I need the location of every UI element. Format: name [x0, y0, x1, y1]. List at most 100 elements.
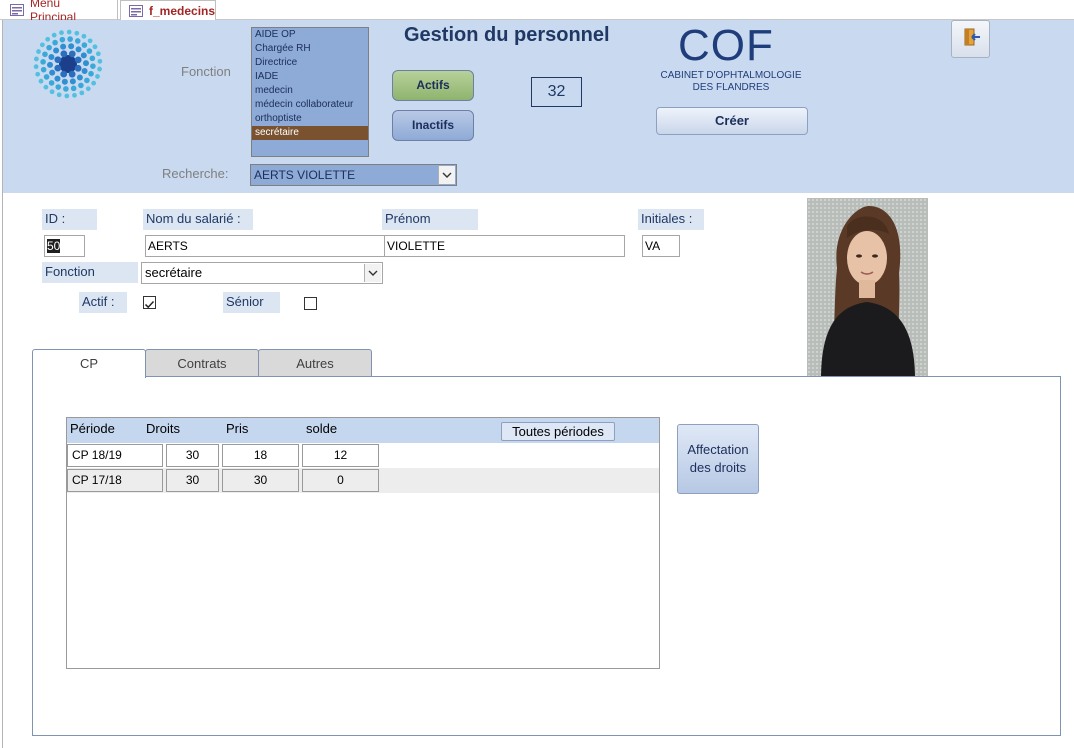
fonction-combobox[interactable]: secrétaire — [141, 262, 383, 284]
logo-dot — [74, 56, 82, 64]
logo-dot — [55, 84, 62, 90]
cp-subform: Période Droits Pris solde Toutes période… — [66, 417, 660, 669]
cell-pris[interactable]: 18 — [222, 444, 299, 467]
table-row[interactable]: CP 18/19 30 18 12 — [67, 443, 659, 468]
logo-dot — [53, 47, 60, 54]
logo-dot — [68, 70, 76, 78]
exit-door-icon — [961, 28, 981, 51]
logo-dot — [33, 64, 39, 70]
cell-solde[interactable]: 0 — [302, 469, 379, 492]
form-icon — [129, 4, 143, 17]
logo-dot — [60, 43, 67, 50]
actif-label: Actif : — [79, 292, 127, 313]
list-item[interactable]: Directrice — [252, 56, 368, 70]
id-value: 50 — [47, 239, 61, 253]
nom-label: Nom du salarié : — [143, 209, 253, 230]
actifs-button[interactable]: Actifs — [392, 70, 474, 101]
logo-dot — [91, 80, 97, 86]
cell-periode[interactable]: CP 18/19 — [67, 444, 163, 467]
affectation-droits-button[interactable]: Affectation des droits — [677, 424, 759, 494]
logo-dot — [95, 51, 101, 57]
logo-dot — [74, 30, 80, 36]
logo-dot — [97, 66, 102, 72]
list-item[interactable]: Chargée RH — [252, 42, 368, 56]
logo-dot — [60, 70, 68, 78]
logo-dot — [81, 42, 88, 48]
logo-dot — [40, 59, 46, 65]
initiales-field[interactable]: VA — [642, 235, 680, 257]
logo-dot — [76, 74, 83, 81]
logo-dot — [59, 36, 66, 43]
logo-dot — [78, 82, 84, 89]
logo-dot — [68, 43, 75, 50]
chevron-down-icon[interactable] — [438, 166, 455, 184]
cell-periode[interactable]: CP 17/18 — [67, 469, 163, 492]
inactifs-button[interactable]: Inactifs — [392, 110, 474, 141]
logo-dot — [49, 89, 55, 95]
record-count: 32 — [531, 77, 582, 107]
senior-label: Sénior — [223, 292, 280, 313]
cof-subtitle-line2: DES FLANDRES — [692, 82, 770, 93]
chevron-down-icon[interactable] — [364, 264, 381, 282]
nom-field[interactable]: AERTS — [145, 235, 385, 257]
affectation-line1: Affectation — [687, 442, 749, 457]
cp-subform-header: Période Droits Pris solde Toutes période… — [67, 418, 659, 443]
list-item[interactable]: AIDE OP — [252, 28, 368, 42]
tab-f-medecins[interactable]: f_medecins — [120, 0, 216, 20]
cell-droits[interactable]: 30 — [166, 469, 219, 492]
list-item[interactable]: medecin — [252, 84, 368, 98]
fonction-value: secrétaire — [145, 265, 203, 280]
logo-dot — [42, 51, 48, 58]
logo-dot — [48, 53, 55, 60]
tab-label: f_medecins — [149, 3, 216, 18]
logo-dot — [97, 58, 103, 64]
logo-dot — [54, 64, 62, 72]
recherche-combobox[interactable]: AERTS VIOLETTE — [250, 164, 457, 186]
logo-dot — [59, 30, 64, 36]
logo-dot — [40, 66, 47, 73]
cell-solde[interactable]: 12 — [302, 444, 379, 467]
list-item[interactable]: médecin collaborateur — [252, 98, 368, 112]
logo-dot — [36, 49, 41, 54]
tab-menu-principal[interactable]: Menu Principal — [2, 0, 118, 24]
cof-subtitle-line1: CABINET D'OPHTALMOLOGIE — [660, 70, 802, 81]
id-field[interactable]: 50 — [44, 235, 85, 257]
tab-autres[interactable]: Autres — [258, 349, 372, 377]
logo-dot — [52, 39, 58, 46]
prenom-label: Prénom — [382, 209, 478, 230]
cell-pris[interactable]: 30 — [222, 469, 299, 492]
logo-dot — [35, 71, 41, 77]
logo-dot — [66, 29, 72, 35]
logo-dot — [67, 36, 73, 42]
logo-dot — [84, 77, 90, 84]
fonction-listbox[interactable]: AIDE OP Chargée RH Directrice IADE medec… — [251, 27, 369, 157]
logo-dot — [69, 78, 76, 85]
actif-checkbox[interactable] — [143, 296, 156, 309]
list-item[interactable]: orthoptiste — [252, 112, 368, 126]
toutes-periodes-button[interactable]: Toutes périodes — [501, 422, 615, 441]
employee-photo — [807, 198, 928, 379]
table-row[interactable]: CP 17/18 30 30 0 — [67, 468, 659, 493]
prenom-field[interactable]: VIOLETTE — [384, 235, 625, 257]
recherche-label: Recherche: — [162, 166, 229, 181]
logo-dot — [47, 61, 54, 68]
logo-dot — [89, 55, 96, 62]
logo-dot — [81, 68, 88, 75]
creer-button[interactable]: Créer — [656, 107, 808, 135]
logo-dot — [59, 55, 77, 73]
logo-dot — [54, 56, 62, 64]
form-icon — [10, 4, 24, 16]
logo-dot — [43, 74, 50, 80]
cell-droits[interactable]: 30 — [166, 444, 219, 467]
logo-dot — [60, 50, 68, 58]
logo-dot — [82, 60, 89, 67]
exit-button[interactable] — [951, 20, 990, 58]
list-item-selected[interactable]: secrétaire — [252, 126, 368, 140]
tab-contrats[interactable]: Contrats — [145, 349, 259, 377]
list-item[interactable]: IADE — [252, 70, 368, 84]
dots-logo — [30, 27, 106, 101]
fonction-filter-label: Fonction — [181, 64, 231, 79]
tab-cp[interactable]: CP — [32, 349, 146, 378]
senior-checkbox[interactable] — [304, 297, 317, 310]
logo-dot — [81, 33, 87, 39]
